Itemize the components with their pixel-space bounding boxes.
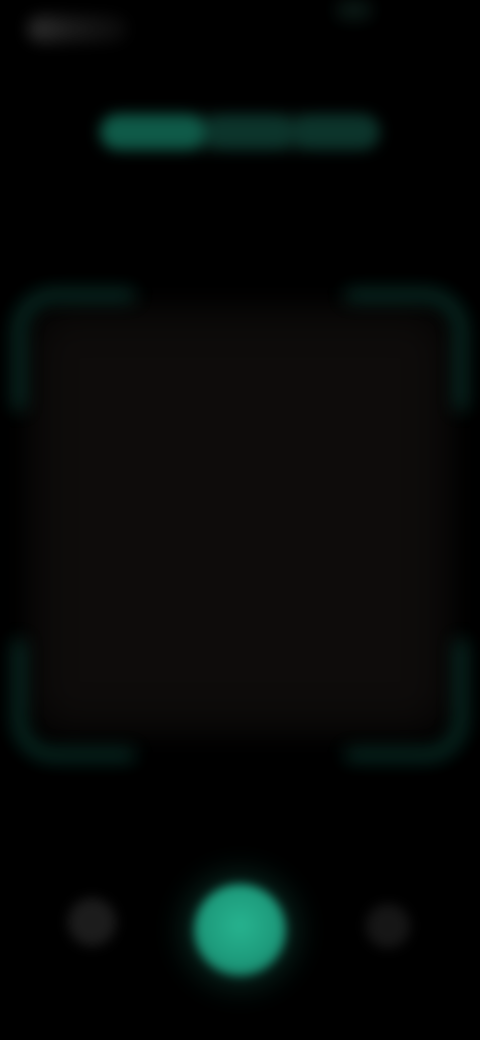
gallery-icon[interactable] [68, 898, 116, 946]
scan-corner-bottom-right [346, 640, 466, 760]
tab-mode-1[interactable] [100, 114, 205, 150]
camera-scan-screen [0, 0, 480, 1040]
scan-corner-top-left [14, 290, 134, 410]
scan-corner-top-right [346, 290, 466, 410]
tab-mode-2[interactable] [205, 114, 293, 150]
mode-tabs [100, 114, 380, 150]
battery-icon [336, 0, 372, 20]
shutter-button[interactable] [194, 884, 286, 976]
scan-corner-bottom-left [14, 640, 134, 760]
status-indicator-icon [28, 16, 128, 42]
flash-icon[interactable] [366, 904, 410, 948]
tab-mode-3[interactable] [292, 114, 380, 150]
